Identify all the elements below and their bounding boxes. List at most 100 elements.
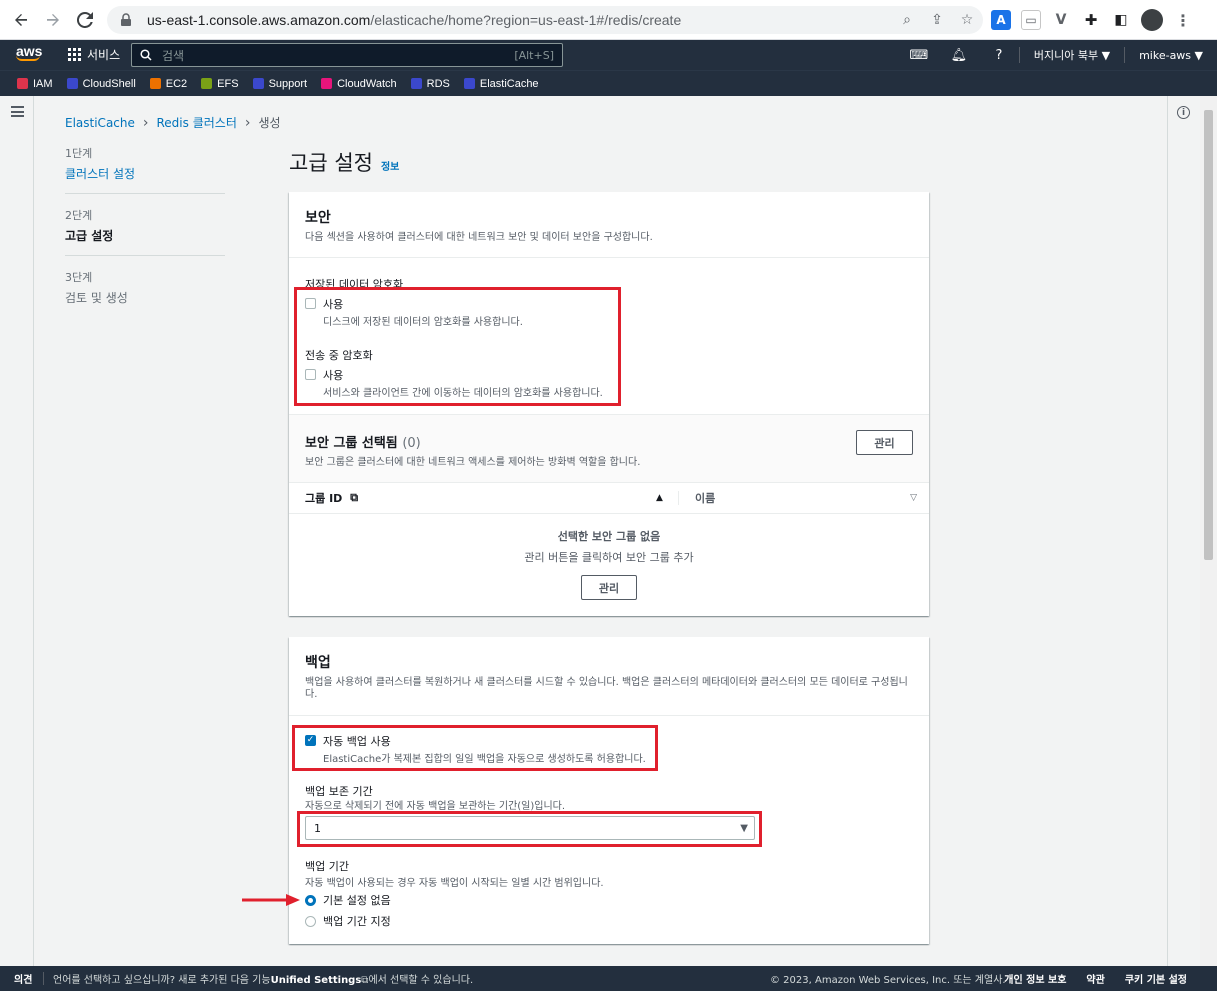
info-panel-icon[interactable]: i — [1177, 106, 1190, 119]
service-icon — [252, 78, 264, 89]
step-3-label: 검토 및 생성 — [65, 291, 128, 305]
url-text: us-east-1.console.aws.amazon.com/elastic… — [147, 12, 682, 28]
search-icon — [140, 49, 152, 61]
highlight-retention — [297, 811, 762, 847]
back-icon[interactable] — [10, 9, 32, 31]
services-menu[interactable]: 서비스 — [68, 46, 120, 63]
step-number: 2단계 — [65, 209, 93, 222]
account-menu[interactable]: mike-aws ▼ — [1125, 49, 1217, 62]
chevron-right-icon: › — [244, 114, 251, 131]
privacy-link[interactable]: 개인 정보 보호 — [1004, 971, 1066, 986]
profile-avatar-icon[interactable] — [1141, 9, 1163, 31]
service-icon — [321, 78, 333, 89]
step-2: 2단계 고급 설정 — [65, 207, 225, 256]
favorite-efs[interactable]: EFS — [201, 77, 239, 90]
feedback-link[interactable]: 의견 — [14, 971, 32, 986]
security-title: 보안 — [305, 210, 331, 226]
breadcrumb-elasticache[interactable]: ElastiCache — [65, 116, 135, 130]
step-1: 1단계 클러스터 설정 — [65, 145, 225, 194]
info-link[interactable]: 정보 — [381, 158, 399, 173]
forward-icon[interactable] — [42, 9, 64, 31]
favorite-ec2[interactable]: EC2 — [149, 77, 188, 90]
favorite-label: EC2 — [165, 77, 188, 90]
chevron-right-icon: › — [142, 114, 149, 131]
step-2-label: 고급 설정 — [65, 229, 114, 243]
grid-icon — [68, 48, 81, 61]
breadcrumb-redis-clusters[interactable]: Redis 클러스터 — [157, 114, 237, 131]
backup-window-option-specify[interactable]: 백업 기간 지정 — [305, 913, 391, 929]
page-title: 고급 설정 — [289, 151, 373, 175]
sort-ascending-icon[interactable]: ▲ — [656, 493, 663, 503]
favorite-cloudwatch[interactable]: CloudWatch — [321, 78, 397, 90]
column-name[interactable]: 이름 — [695, 490, 715, 506]
favorite-rds[interactable]: RDS — [410, 77, 450, 90]
sort-descending-icon[interactable]: ▽ — [910, 493, 917, 503]
terms-link[interactable]: 약관 — [1086, 971, 1104, 986]
arrow-annotation-icon — [242, 894, 300, 906]
page-scrollbar[interactable] — [1200, 96, 1217, 966]
favorite-label: RDS — [426, 77, 450, 90]
notifications-bell-icon[interactable]: 🔔︎ — [939, 48, 979, 63]
service-icon — [463, 78, 475, 89]
breadcrumb-current: 생성 — [258, 116, 281, 130]
copyright: © 2023, Amazon Web Services, Inc. 또는 계열사… — [770, 975, 1006, 986]
cookie-preferences-link[interactable]: 쿠키 기본 설정 — [1125, 971, 1187, 986]
favorite-label: IAM — [33, 77, 53, 90]
search-shortcut: [Alt+S] — [514, 48, 554, 62]
backup-window-option-none[interactable]: 기본 설정 없음 — [305, 892, 391, 908]
security-group-desc: 보안 그룹은 클러스터에 대한 네트워크 액세스를 제어하는 방화벽 역할을 합… — [305, 457, 641, 468]
service-icon — [201, 78, 213, 89]
security-group-count: (0) — [402, 436, 421, 451]
favorite-label: ElastiCache — [479, 77, 539, 90]
breadcrumb: ElastiCache › Redis 클러스터 › 생성 — [65, 114, 281, 131]
option-none-label: 기본 설정 없음 — [323, 894, 391, 907]
step-1-link[interactable]: 클러스터 설정 — [65, 165, 225, 182]
vue-extension-icon[interactable]: V — [1051, 10, 1071, 30]
favorite-support[interactable]: Support — [252, 77, 308, 90]
step-3: 3단계 검토 및 생성 — [65, 269, 225, 317]
reload-icon[interactable] — [74, 9, 96, 31]
region-menu[interactable]: 버지니아 북부 ▼ — [1020, 47, 1124, 63]
search-placeholder: 검색 — [162, 48, 185, 63]
console-footer: 의견 언어를 선택하고 싶으십니까? 새로 추가된 다음 기능Unified S… — [0, 966, 1217, 991]
language-notice: 언어를 선택하고 싶으십니까? 새로 추가된 다음 기능Unified Sett… — [53, 975, 474, 986]
favorite-iam[interactable]: IAM — [17, 78, 53, 90]
browser-menu-icon[interactable]: ⋮ — [1173, 10, 1193, 30]
help-icon[interactable]: ? — [979, 48, 1019, 63]
step-number: 3단계 — [65, 271, 93, 284]
manage-button[interactable]: 관리 — [581, 575, 637, 600]
service-icon — [149, 78, 161, 89]
favorite-label: CloudShell — [82, 77, 136, 90]
extensions-puzzle-icon[interactable]: ✚ — [1081, 10, 1101, 30]
backup-window-title: 백업 기간 — [305, 860, 349, 873]
favorite-elasticache[interactable]: ElastiCache — [463, 77, 539, 90]
zoom-icon[interactable]: ⌕ — [899, 12, 915, 28]
cloudshell-icon[interactable]: ⌨ — [899, 48, 939, 63]
translate-extension-icon[interactable]: A — [991, 10, 1011, 30]
radio-specify-window[interactable] — [305, 915, 316, 927]
favorite-cloudshell[interactable]: CloudShell — [66, 77, 136, 90]
retention-desc: 자동으로 삭제되기 전에 자동 백업을 보관하는 기간(일)입니다. — [305, 801, 566, 812]
manage-security-groups-button[interactable]: 관리 — [856, 430, 913, 455]
favorite-label: EFS — [217, 77, 239, 90]
empty-state-title: 선택한 보안 그룹 없음 — [557, 530, 661, 543]
column-group-id[interactable]: 그룹 ID ⧉ — [305, 490, 358, 506]
service-icon — [410, 78, 422, 89]
security-desc: 다음 섹션을 사용하여 클러스터에 대한 네트워크 보안 및 데이터 보안을 구… — [305, 232, 653, 243]
favorites-bar: IAM CloudShell EC2 EFS Support CloudWatch RDS E… — [0, 70, 1217, 96]
service-icon — [66, 78, 78, 89]
aws-logo[interactable]: aws — [16, 44, 42, 66]
side-panel-icon[interactable]: ◧ — [1111, 10, 1131, 30]
radio-no-preference[interactable] — [305, 894, 316, 906]
lock-icon — [121, 13, 131, 26]
backup-desc: 백업을 사용하여 클러스터를 복원하거나 새 클러스터를 시드할 수 있습니다.… — [305, 677, 908, 700]
wizard-steps: 1단계 클러스터 설정 2단계 고급 설정 3단계 검토 및 생성 — [65, 145, 225, 330]
hamburger-menu-icon[interactable] — [11, 106, 24, 117]
window-extension-icon[interactable]: ▭ — [1021, 10, 1041, 30]
unified-settings-link[interactable]: Unified Settings — [271, 975, 362, 986]
aws-search-input[interactable]: 검색 [Alt+S] — [131, 43, 563, 67]
address-bar[interactable]: us-east-1.console.aws.amazon.com/elastic… — [107, 6, 983, 34]
favorite-label: Support — [268, 77, 308, 90]
share-icon[interactable]: ⇪ — [929, 12, 945, 28]
bookmark-star-icon[interactable]: ☆ — [959, 12, 975, 28]
